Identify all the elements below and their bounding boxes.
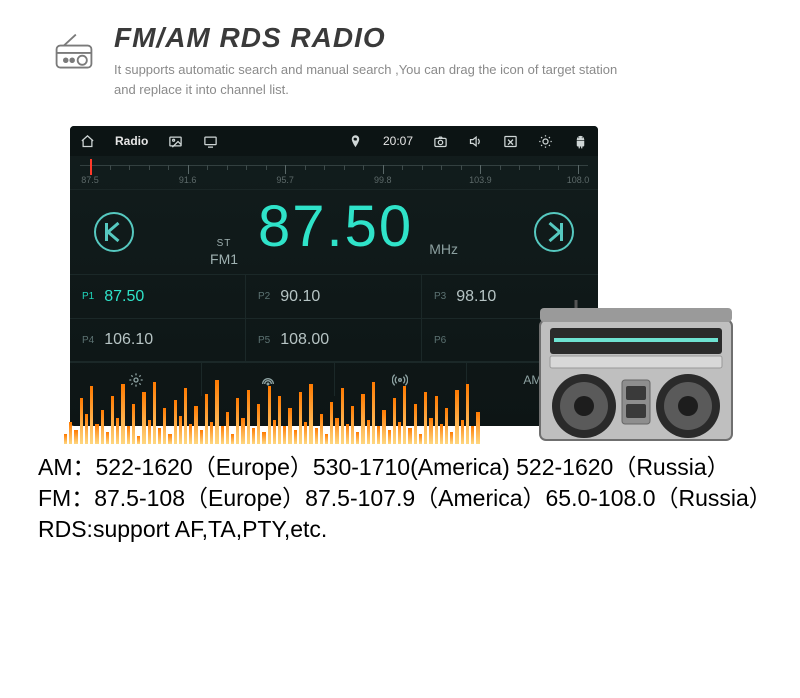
preset-value: 90.10: [280, 288, 320, 306]
app-title: Radio: [115, 134, 148, 148]
camera-icon[interactable]: [433, 134, 448, 149]
fm-spec: FM：87.5-108（Europe）87.5-107.9（America）65…: [38, 483, 766, 514]
preset-number: P4: [82, 335, 94, 346]
preset-number: P5: [258, 335, 270, 346]
preset-4[interactable]: P4 106.10: [70, 319, 246, 363]
scan-button[interactable]: [202, 363, 334, 396]
preset-2[interactable]: P2 90.10: [246, 275, 422, 319]
radio-icon: [52, 30, 96, 74]
dial-tick-label: 87.5: [81, 175, 99, 185]
seek-prev-button[interactable]: [94, 212, 134, 252]
preset-5[interactable]: P5 108.00: [246, 319, 422, 363]
dial-tick-label: 99.8: [374, 175, 392, 185]
preset-number: P3: [434, 291, 446, 302]
dial-tick-label: 91.6: [179, 175, 197, 185]
preset-number: P6: [434, 335, 446, 346]
preset-value: 87.50: [104, 288, 144, 306]
radio-device: Radio 20:07: [70, 126, 598, 426]
stereo-indicator: ST: [210, 238, 238, 249]
seek-next-button[interactable]: [534, 212, 574, 252]
volume-icon[interactable]: [468, 134, 483, 149]
preset-grid: P1 87.50 P2 90.10 P3 98.10 P4 106.10 P5 108.00 P6: [70, 274, 598, 362]
current-frequency: 87.50: [258, 198, 413, 256]
dial-tick-label: 108.0: [567, 175, 590, 185]
status-bar: Radio 20:07: [70, 126, 598, 156]
location-icon[interactable]: [348, 134, 363, 149]
dial-tick-label: 95.7: [276, 175, 294, 185]
page-subtitle: It supports automatic search and manual …: [114, 60, 634, 100]
image-icon[interactable]: [168, 134, 183, 149]
screen-icon[interactable]: [203, 134, 218, 149]
page-title: FM/AM RDS RADIO: [114, 22, 634, 54]
clock: 20:07: [383, 134, 413, 148]
frequency-dial[interactable]: 87.5 91.6 95.7 99.8 103.9 108.0: [70, 156, 598, 190]
settings-button[interactable]: [70, 363, 202, 396]
dial-tick-label: 103.9: [469, 175, 492, 185]
frequency-unit: MHz: [429, 241, 458, 257]
current-band: FM1: [210, 251, 238, 267]
android-icon[interactable]: [573, 134, 588, 149]
home-icon[interactable]: [80, 134, 95, 149]
rds-spec: RDS:support AF,TA,PTY,etc.: [38, 514, 766, 545]
preset-number: P2: [258, 291, 270, 302]
preset-value: 98.10: [456, 288, 496, 306]
dial-needle[interactable]: [90, 159, 92, 175]
preset-value: 108.00: [280, 331, 329, 349]
boombox-image: [536, 298, 736, 448]
preset-number: P1: [82, 291, 94, 302]
brightness-icon[interactable]: [538, 134, 553, 149]
preset-1[interactable]: P1 87.50: [70, 275, 246, 319]
close-window-icon[interactable]: [503, 134, 518, 149]
broadcast-button[interactable]: [335, 363, 467, 396]
preset-value: 106.10: [104, 331, 153, 349]
am-spec: AM：522-1620（Europe）530-1710(America) 522…: [38, 452, 766, 483]
